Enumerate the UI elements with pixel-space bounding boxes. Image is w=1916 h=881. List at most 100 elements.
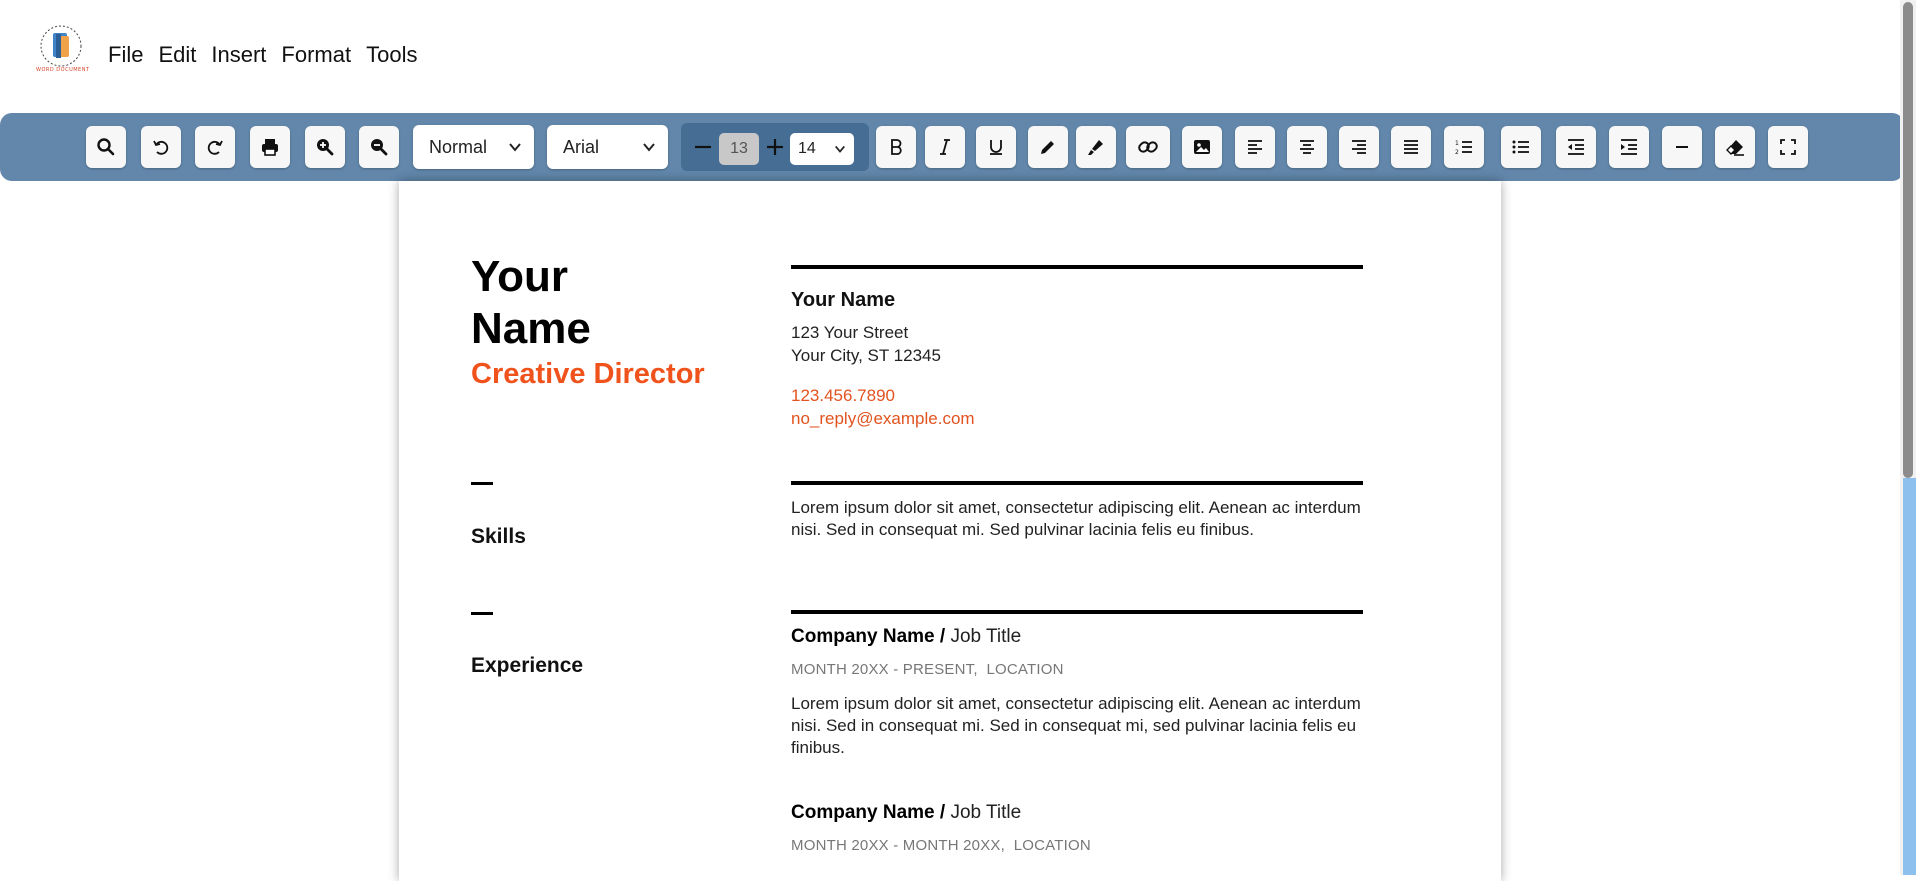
align-left-icon [1248,140,1262,154]
skills-text: Lorem ipsum dolor sit amet, consectetur … [791,498,1361,539]
chevron-down-icon [509,143,521,152]
fullscreen-button[interactable] [1768,126,1808,168]
company-name: Company Name [791,802,935,823]
company-name: Company Name [791,626,935,647]
zoom-in-button[interactable] [305,126,345,168]
outdent-icon [1568,139,1584,155]
increase-font-size-icon[interactable] [763,135,787,159]
print-icon [262,139,278,156]
undo-button[interactable] [141,126,181,168]
bold-button[interactable] [876,126,916,168]
contact-name: Your Name [791,289,896,311]
bold-icon [891,139,902,155]
svg-text:WORD DOCUMENT: WORD DOCUMENT [36,67,90,73]
highlighter-icon [1088,140,1103,155]
section-divider [791,481,1363,485]
link-button[interactable] [1126,126,1170,168]
contact-street: 123 Your Street [791,323,909,342]
horizontal-rule-button[interactable] [1662,126,1702,168]
document-page[interactable]: Your Name Creative Director Your Name 12… [399,181,1501,881]
print-button[interactable] [250,126,290,168]
skills-heading: Skills [471,525,526,548]
contact-email: no_reply@example.com [791,409,975,428]
menu-file[interactable]: File [108,40,143,70]
italic-icon [940,139,950,155]
underline-button[interactable] [976,126,1016,168]
scrollbar-accent [1903,478,1916,875]
outdent-button[interactable] [1556,126,1596,168]
paragraph-style-value: Normal [429,136,488,157]
align-right-icon [1352,140,1366,154]
name-line-2: Name [471,304,591,353]
italic-button[interactable] [925,126,965,168]
name-line-1: Your [471,252,568,301]
menu-bar: File Edit Insert Format Tools [108,40,432,70]
align-right-button[interactable] [1339,126,1379,168]
align-justify-icon [1404,140,1418,154]
menu-insert[interactable]: Insert [211,40,266,70]
job-separator: / [934,802,951,823]
pencil-button[interactable] [1028,126,1068,168]
indent-button[interactable] [1609,126,1649,168]
resume-name-heading: Your Name [471,251,731,355]
numbered-list-icon: 12 [1455,140,1472,156]
job-description: Lorem ipsum dolor sit amet, consectetur … [791,694,1361,757]
font-family-select[interactable]: Arial [547,125,668,169]
font-family-value: Arial [563,136,600,157]
redo-icon [207,140,223,155]
font-size-select-value: 14 [798,140,816,157]
image-button[interactable] [1182,126,1222,168]
svg-text:1: 1 [1455,140,1459,147]
bullet-list-button[interactable] [1501,126,1541,168]
underline-icon [990,140,1002,155]
scrollbar-thumb[interactable] [1903,2,1913,478]
zoom-in-icon [317,139,334,156]
fullscreen-icon [1780,139,1796,155]
experience-heading: Experience [471,654,584,677]
contact-phone: 123.456.7890 [791,386,895,405]
font-size-input[interactable]: 13 [719,133,759,165]
contact-city: Your City, ST 12345 [791,346,941,365]
svg-text:2: 2 [1455,149,1459,156]
font-size-control: 13 14 [681,123,869,171]
align-left-button[interactable] [1235,126,1275,168]
decrease-font-size-icon[interactable] [691,135,715,159]
undo-icon [153,140,169,155]
role-title: Creative Director [471,358,705,390]
job-dates: MONTH 20XX - PRESENT, LOCATION [791,661,1064,678]
job-heading: Company Name / Job Title [791,626,1021,648]
job-title: Job Title [950,626,1022,647]
search-button[interactable] [86,126,126,168]
section-divider [791,610,1363,614]
zoom-out-icon [371,139,388,156]
search-icon [97,138,115,156]
top-bar: WORD DOCUMENT File Edit Insert Format To… [0,0,1900,110]
align-center-icon [1300,140,1314,154]
job-heading: Company Name / Job Title [791,802,1021,824]
eraser-icon [1726,140,1744,156]
redo-button[interactable] [195,126,235,168]
menu-tools[interactable]: Tools [366,40,417,70]
indent-icon [1621,139,1637,155]
menu-format[interactable]: Format [281,40,351,70]
align-center-button[interactable] [1287,126,1327,168]
menu-edit[interactable]: Edit [158,40,196,70]
section-divider [791,265,1363,269]
section-dash [471,612,493,615]
image-icon [1194,140,1210,154]
numbered-list-button[interactable]: 12 [1444,126,1484,168]
align-justify-button[interactable] [1391,126,1431,168]
zoom-out-button[interactable] [359,126,399,168]
paragraph-style-select[interactable]: Normal [413,125,534,169]
font-size-select[interactable]: 14 [790,133,854,165]
bullet-list-icon [1512,140,1529,154]
clear-format-button[interactable] [1715,126,1755,168]
section-dash [471,482,493,485]
job-separator: / [934,626,951,647]
job-title: Job Title [950,802,1022,823]
highlighter-button[interactable] [1076,126,1116,168]
link-icon [1138,141,1158,153]
chevron-down-icon [835,145,845,153]
chevron-down-icon [643,143,655,152]
formatting-toolbar: Normal Arial 13 14 1 2 [0,113,1904,181]
